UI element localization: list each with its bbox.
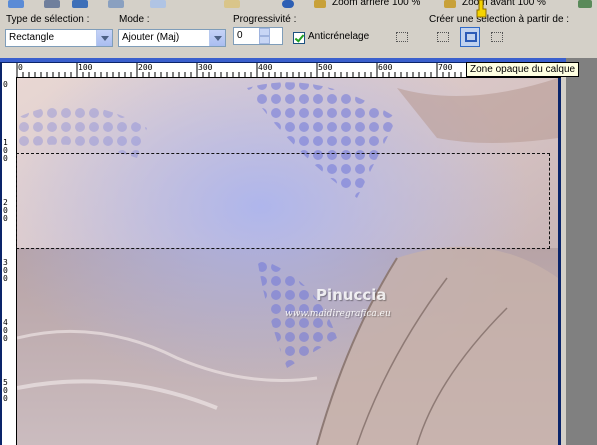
zoom-out-icon[interactable]: [314, 0, 326, 8]
selection-type-label: Type de sélection :: [6, 14, 90, 25]
vertical-scrollbar[interactable]: [561, 63, 566, 445]
copy-icon[interactable]: [150, 0, 166, 8]
zoom-out-label[interactable]: Zoom arrière 100 %: [332, 0, 420, 8]
selection-type-value: Rectangle: [9, 32, 55, 43]
mode-label: Mode :: [119, 14, 150, 25]
ruler-label: 600: [378, 63, 393, 72]
ruler-label: 200: [138, 63, 153, 72]
hand-pointer-icon: [476, 0, 487, 18]
progressivity-value: 0: [237, 30, 243, 41]
tooltip: Zone opaque du calque: [466, 62, 580, 77]
selection-from-vector-icon: [437, 32, 449, 42]
ruler-corner: [2, 63, 16, 77]
canvas-artwork: [17, 78, 558, 445]
selection-to-point-button[interactable]: [392, 28, 412, 48]
save-icon[interactable]: [8, 0, 24, 8]
watermark-url: www.maidiregrafica.eu: [285, 309, 391, 319]
ruler-label: 1 0 0: [3, 138, 8, 163]
redo-icon[interactable]: [108, 0, 124, 8]
ruler-label: 0: [3, 80, 8, 89]
zoom-in-icon[interactable]: [444, 0, 456, 8]
ruler-label: 3 0 0: [3, 258, 8, 283]
tool-options-bar: Type de sélection : Rectangle Mode : Ajo…: [0, 10, 597, 58]
antialias-label[interactable]: Anticrénelage: [308, 31, 369, 42]
ruler-label: 300: [198, 63, 213, 72]
selection-point-icon: [396, 32, 408, 42]
ruler-label: 2 0 0: [3, 198, 8, 223]
progressivity-label: Progressivité :: [233, 14, 297, 25]
print-icon[interactable]: [44, 0, 60, 8]
selection-type-select[interactable]: Rectangle: [5, 29, 113, 47]
selection-from-opaque-layer-icon: [465, 32, 477, 42]
watermark-name: Pinuccia: [316, 286, 387, 304]
ruler-label: 4 0 0: [3, 318, 8, 343]
layer-icon[interactable]: [578, 0, 592, 8]
progressivity-stepper[interactable]: 0: [233, 27, 283, 45]
vertical-ruler[interactable]: 0 1 0 0 2 0 0 3 0 0 4 0 0 5 0 0: [2, 77, 17, 445]
stepper-down-icon[interactable]: [259, 36, 270, 44]
info-icon[interactable]: [282, 0, 294, 8]
workspace-background: [566, 58, 597, 445]
selection-marquee[interactable]: [16, 153, 550, 249]
ruler-label: 500: [318, 63, 333, 72]
chevron-down-icon[interactable]: [209, 30, 225, 46]
selection-from-mask-button[interactable]: [487, 28, 507, 48]
mode-value: Ajouter (Maj): [122, 32, 180, 43]
mode-select[interactable]: Ajouter (Maj): [118, 29, 226, 47]
ruler-label: 100: [78, 63, 93, 72]
selection-from-vector-button[interactable]: [433, 28, 453, 48]
chevron-down-icon[interactable]: [96, 30, 112, 46]
selection-from-mask-icon: [491, 32, 503, 42]
undo-icon[interactable]: [72, 0, 88, 8]
antialias-checkbox[interactable]: [293, 32, 305, 44]
ruler-label: 5 0 0: [3, 378, 8, 403]
paste-icon[interactable]: [224, 0, 240, 8]
ruler-label: 400: [258, 63, 273, 72]
ruler-label: 0: [18, 63, 23, 72]
stepper-up-icon[interactable]: [259, 28, 270, 36]
image-canvas[interactable]: [17, 78, 558, 445]
create-from-label: Créer une sélection à partir de :: [429, 14, 570, 25]
selection-from-opaque-layer-button[interactable]: [460, 27, 480, 47]
ruler-label: 700: [438, 63, 453, 72]
